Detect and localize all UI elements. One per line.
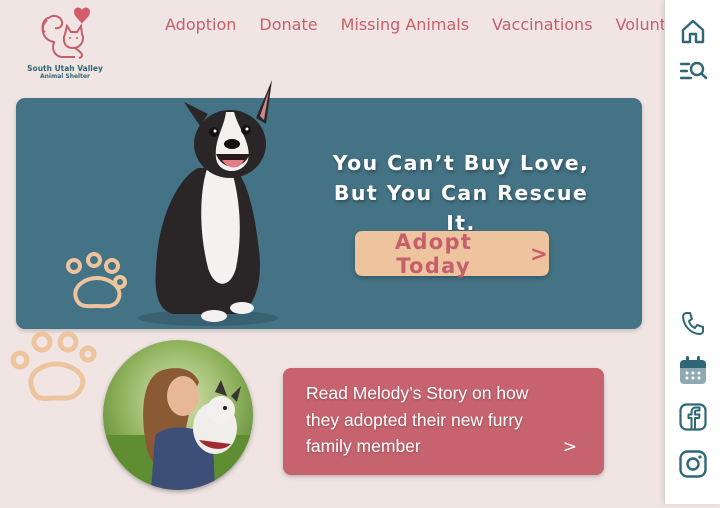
melody-story-photo[interactable]: [103, 340, 253, 490]
instagram-icon[interactable]: [679, 450, 707, 478]
adopt-today-label: Adopt Today: [394, 229, 473, 278]
main-nav: Adoption Donate Missing Animals Vaccinat…: [165, 14, 692, 36]
nav-adoption[interactable]: Adoption: [165, 14, 236, 36]
story-text: Read Melody’s Story on how they adopted …: [306, 383, 529, 456]
logo-pets-icon: [41, 7, 90, 59]
search-list-icon[interactable]: [679, 57, 708, 85]
nav-missing-animals[interactable]: Missing Animals: [341, 14, 469, 36]
chevron-right-icon[interactable]: >: [563, 437, 577, 457]
chevron-right-icon: >: [530, 241, 549, 266]
hero-headline: You Can’t Buy Love, But You Can Rescue I…: [316, 148, 606, 238]
right-sidebar: [664, 0, 720, 504]
melody-story-card[interactable]: Read Melody’s Story on how they adopted …: [283, 368, 604, 475]
paw-print-icon: [66, 252, 127, 309]
calendar-icon[interactable]: [679, 355, 707, 384]
nav-donate[interactable]: Donate: [259, 14, 317, 36]
hero-banner: You Can’t Buy Love, But You Can Rescue I…: [16, 80, 642, 329]
facebook-icon[interactable]: [679, 403, 707, 431]
hero-headline-line1: You Can’t Buy Love,: [332, 151, 590, 175]
logo-subtitle: Animal Shelter: [39, 73, 91, 80]
shelter-logo[interactable]: South Utah Valley Animal Shelter: [22, 4, 108, 82]
boston-terrier-image: [138, 80, 278, 326]
paw-print-icon: [10, 331, 97, 402]
home-icon[interactable]: [679, 17, 707, 45]
logo-name: South Utah Valley: [27, 64, 103, 73]
adopt-today-button[interactable]: Adopt Today >: [355, 229, 549, 278]
phone-icon[interactable]: [679, 309, 707, 337]
nav-vaccinations[interactable]: Vaccinations: [492, 14, 592, 36]
